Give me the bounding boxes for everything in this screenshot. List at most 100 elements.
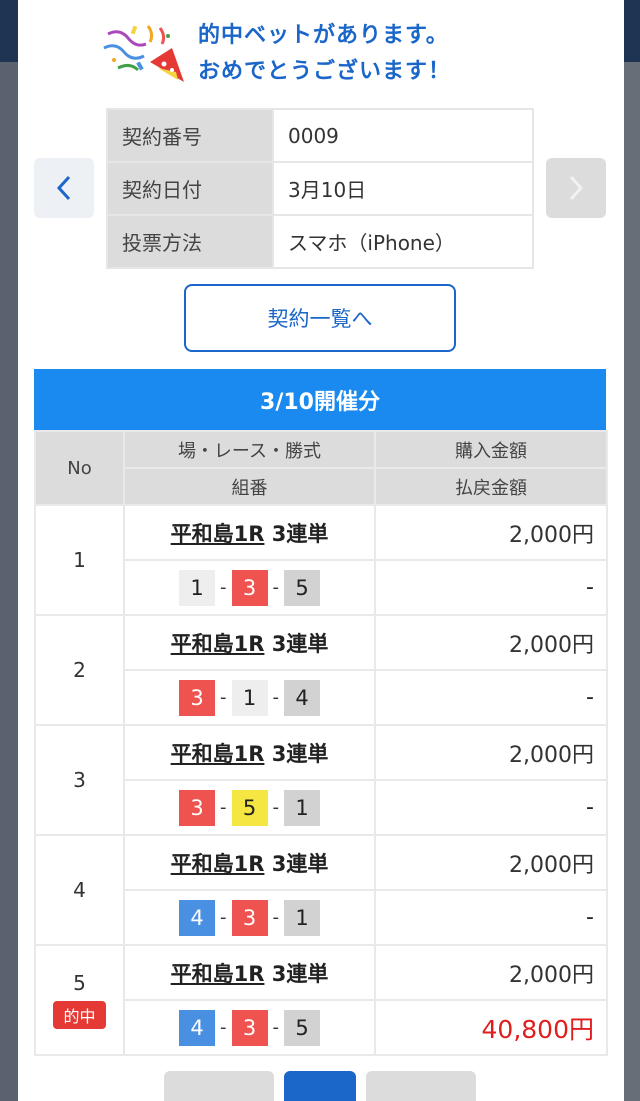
combo-separator: - [272, 1017, 280, 1038]
table-row: 2 平和島1R 3連単 2,000円 [34, 614, 608, 726]
payout-amount: - [374, 889, 608, 946]
contract-value: 3月10日 [272, 161, 534, 216]
race-cell: 平和島1R 3連単 [123, 724, 376, 781]
table-row: 5 的中 平和島1R 3連単 2,000円 [34, 944, 608, 1056]
header-purchase: 購入金額 [374, 430, 608, 469]
boat-number: 1 [231, 679, 268, 716]
boat-number: 3 [231, 899, 268, 936]
boat-number: 4 [179, 899, 215, 936]
combo-separator: - [220, 907, 227, 928]
combination: 4-3-1 [179, 899, 320, 936]
race-cell: 平和島1R 3連単 [123, 614, 376, 671]
combo-separator: - [272, 577, 280, 598]
contract-list-button[interactable]: 契約一覧へ [184, 284, 456, 352]
contract-label: 投票方法 [106, 214, 274, 269]
contract-label: 契約日付 [106, 161, 274, 216]
boat-number: 1 [284, 789, 320, 826]
payout-amount: - [374, 779, 608, 836]
bets-section-title: 3/10開催分 [34, 369, 606, 430]
combination: 3-5-1 [179, 789, 320, 826]
combination: 1-3-5 [179, 569, 320, 606]
combo-separator: - [272, 797, 280, 818]
header-combo: 組番 [123, 467, 376, 506]
purchase-amount: 2,000円 [374, 724, 608, 781]
boat-number: 3 [179, 789, 215, 826]
bet-no: 3 [73, 768, 86, 792]
race-cell: 平和島1R 3連単 [123, 834, 376, 891]
bet-no-cell: 5 的中 [34, 944, 125, 1056]
contract-detail-modal: 的中ベットがあります。 おめでとうございます！ 契約番号 0009 契約日付 3… [18, 0, 624, 1101]
race-venue-link[interactable]: 平和島1R [171, 852, 265, 876]
bet-no: 1 [73, 548, 86, 572]
header-payout: 払戻金額 [374, 467, 608, 506]
race-venue-link[interactable]: 平和島1R [171, 632, 265, 656]
chevron-right-icon [569, 175, 584, 201]
contract-value: 0009 [272, 108, 534, 163]
bet-type: 3連単 [271, 851, 329, 876]
combo-separator: - [272, 687, 280, 708]
pager-next-button[interactable] [366, 1071, 476, 1101]
contract-info-table: 契約番号 0009 契約日付 3月10日 投票方法 スマホ（iPhone） [106, 108, 534, 269]
bet-no-cell: 1 [34, 504, 125, 616]
chevron-left-icon [56, 175, 71, 201]
backdrop [624, 62, 640, 1101]
boat-number: 5 [231, 789, 268, 826]
congrats-line2: おめでとうございます！ [198, 59, 452, 84]
combo-separator: - [220, 577, 227, 598]
race-cell: 平和島1R 3連単 [123, 504, 376, 561]
combo-separator: - [220, 797, 227, 818]
contract-row: 投票方法 スマホ（iPhone） [106, 214, 534, 269]
payout-amount: 40,800円 [374, 999, 608, 1056]
bet-no-cell: 4 [34, 834, 125, 946]
bet-type: 3連単 [271, 631, 329, 656]
header-no: No [34, 430, 125, 506]
boat-number: 3 [231, 1009, 268, 1046]
contract-value: スマホ（iPhone） [272, 214, 534, 269]
combination: 3-1-4 [179, 679, 320, 716]
contract-row: 契約日付 3月10日 [106, 161, 534, 216]
boat-number: 5 [284, 569, 320, 606]
combo-cell: 3-1-4 [123, 669, 376, 726]
boat-number: 3 [231, 569, 268, 606]
combination: 4-3-5 [179, 1009, 320, 1046]
party-popper-icon [103, 25, 184, 82]
combo-cell: 4-3-5 [123, 999, 376, 1056]
combo-cell: 3-5-1 [123, 779, 376, 836]
next-contract-button[interactable] [546, 158, 606, 218]
purchase-amount: 2,000円 [374, 614, 608, 671]
combo-cell: 1-3-5 [123, 559, 376, 616]
bet-no: 4 [73, 878, 86, 902]
congrats-line1: 的中ベットがあります。 [198, 23, 449, 48]
table-row: 1 平和島1R 3連単 2,000円 [34, 504, 608, 616]
combo-cell: 4-3-1 [123, 889, 376, 946]
backdrop [0, 0, 18, 62]
race-venue-link[interactable]: 平和島1R [171, 742, 265, 766]
pager-current-button[interactable] [284, 1071, 356, 1101]
bet-no-cell: 2 [34, 614, 125, 726]
purchase-amount: 2,000円 [374, 944, 608, 1001]
table-row: 4 平和島1R 3連単 2,000円 [34, 834, 608, 946]
boat-number: 4 [179, 1009, 215, 1046]
congrats-banner: 的中ベットがあります。 おめでとうございます！ [98, 18, 518, 94]
bets-table: No 場・レース・勝式 購入金額 組番 払戻金額 1 平和島1R 3連単 2,0… [34, 430, 608, 1056]
pager-prev-button[interactable] [164, 1071, 274, 1101]
boat-number: 1 [179, 569, 215, 606]
table-header-row: No 場・レース・勝式 購入金額 [34, 430, 608, 506]
boat-number: 1 [284, 899, 320, 936]
prev-contract-button[interactable] [34, 158, 94, 218]
contract-row: 契約番号 0009 [106, 108, 534, 163]
boat-number: 5 [284, 1009, 320, 1046]
hit-badge: 的中 [53, 1001, 106, 1029]
purchase-amount: 2,000円 [374, 504, 608, 561]
payout-amount: - [374, 669, 608, 726]
race-venue-link[interactable]: 平和島1R [171, 522, 265, 546]
bet-no: 2 [73, 658, 86, 682]
table-row: 3 平和島1R 3連単 2,000円 [34, 724, 608, 836]
boat-number: 4 [284, 679, 320, 716]
contract-label: 契約番号 [106, 108, 274, 163]
combo-separator: - [220, 687, 227, 708]
bet-no: 5 [73, 971, 86, 995]
bet-type: 3連単 [271, 961, 329, 986]
payout-amount: - [374, 559, 608, 616]
race-venue-link[interactable]: 平和島1R [171, 962, 265, 986]
